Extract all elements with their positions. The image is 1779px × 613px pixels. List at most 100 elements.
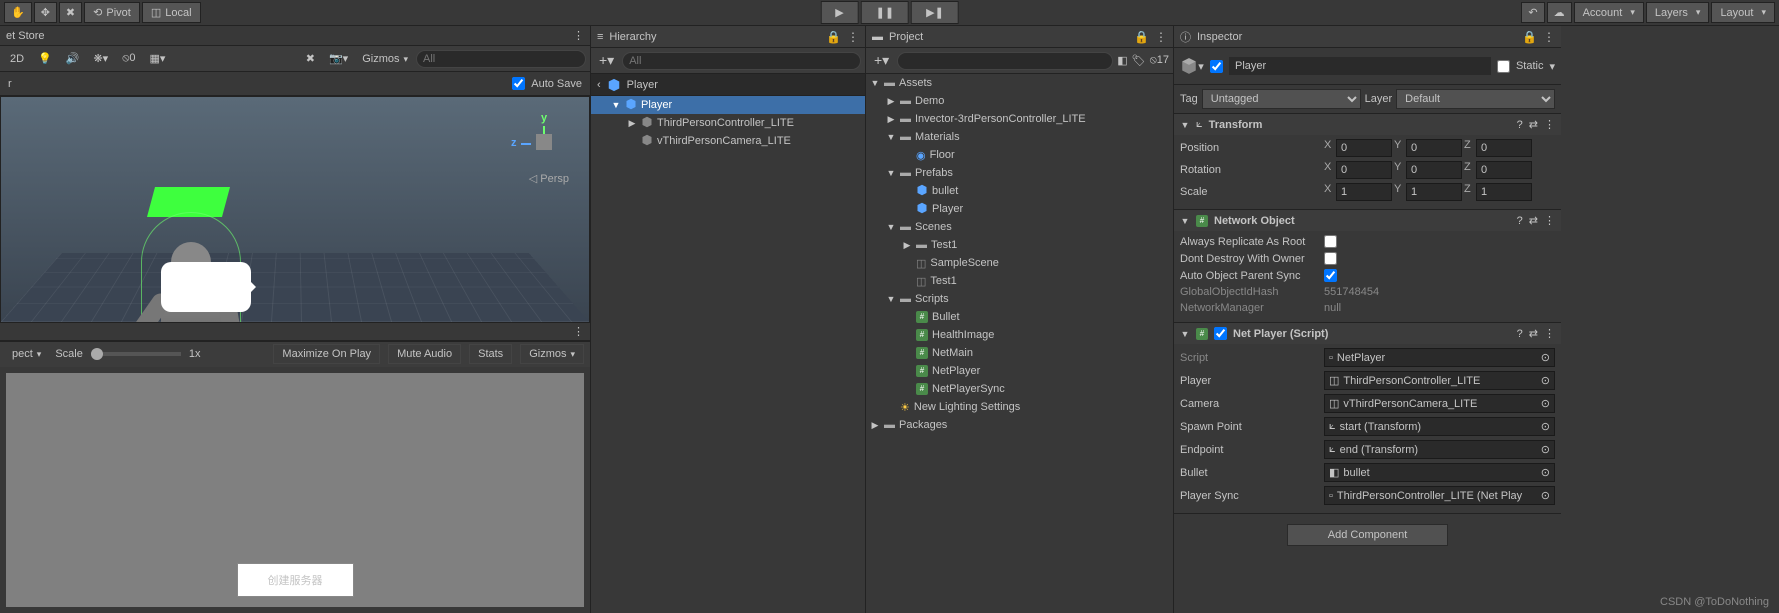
layout-dropdown[interactable]: Layout	[1711, 2, 1775, 23]
scene-tab-menu-icon[interactable]: ⋮	[573, 29, 584, 42]
hierarchy-search-input[interactable]	[622, 52, 861, 70]
static-checkbox[interactable]	[1497, 60, 1510, 73]
help-icon[interactable]: ?	[1517, 215, 1523, 227]
bullet-field[interactable]: ◧bullet⊙	[1324, 463, 1555, 482]
cloud-icon[interactable]: ☁	[1547, 2, 1572, 23]
hierarchy-item[interactable]: ▼ Player	[591, 96, 865, 114]
camera-icon-btn[interactable]: 📷▾	[323, 49, 354, 68]
tag-dropdown[interactable]: Untagged	[1202, 89, 1361, 109]
scale-slider[interactable]	[91, 352, 181, 356]
scene-viewport[interactable]: start end y z ◁ Persp	[0, 96, 590, 323]
help-icon[interactable]: ?	[1517, 119, 1523, 131]
project-item[interactable]: ▼▬ Materials	[866, 128, 1173, 146]
netplayer-fold-icon[interactable]: ▼	[1180, 329, 1190, 339]
scale-x-input[interactable]	[1336, 183, 1392, 201]
project-hidden-icon[interactable]: ⦸17	[1150, 54, 1169, 67]
project-item[interactable]: bullet	[866, 182, 1173, 200]
project-item[interactable]: ▶▬ Demo	[866, 92, 1173, 110]
project-item[interactable]: ▼▬ Scripts	[866, 290, 1173, 308]
netobj-fold-icon[interactable]: ▼	[1180, 216, 1190, 226]
settings-tool-icon[interactable]: ✖	[59, 2, 82, 23]
preset-icon[interactable]: ⇄	[1529, 327, 1538, 340]
asset-store-tab[interactable]: et Store	[6, 30, 45, 42]
scene-search-input[interactable]	[416, 50, 586, 68]
rotation-x-input[interactable]	[1336, 161, 1392, 179]
game-gizmos-button[interactable]: Gizmos	[520, 344, 584, 364]
play-button[interactable]: ▶	[820, 1, 858, 24]
object-active-checkbox[interactable]	[1210, 60, 1223, 73]
project-add-button[interactable]: +▾	[870, 52, 893, 69]
player-field[interactable]: ◫ThirdPersonController_LITE⊙	[1324, 371, 1555, 390]
project-tag-icon[interactable]: 🏷	[1132, 54, 1146, 67]
sync-field[interactable]: ▫ThirdPersonController_LITE (Net Play⊙	[1324, 486, 1555, 505]
project-lock-icon[interactable]: 🔒	[1134, 30, 1149, 44]
account-dropdown[interactable]: Account	[1574, 2, 1644, 23]
position-z-input[interactable]	[1476, 139, 1532, 157]
project-item[interactable]: ▼▬ Assets	[866, 74, 1173, 92]
gizmos-dropdown[interactable]: Gizmos	[356, 50, 414, 68]
hierarchy-menu-icon[interactable]: ⋮	[847, 30, 859, 44]
undo-icon[interactable]: ↶	[1521, 2, 1544, 23]
maximize-on-play-button[interactable]: Maximize On Play	[273, 344, 380, 364]
project-item[interactable]: ◫ Test1	[866, 272, 1173, 290]
grid-icon[interactable]: ▦▾	[144, 49, 172, 68]
preset-icon[interactable]: ⇄	[1529, 214, 1538, 227]
layers-dropdown[interactable]: Layers	[1646, 2, 1710, 23]
step-button[interactable]: ▶❚	[911, 1, 959, 24]
project-item[interactable]: ▼▬ Prefabs	[866, 164, 1173, 182]
hierarchy-add-button[interactable]: +▾	[595, 52, 618, 69]
project-item[interactable]: ▶▬ Test1	[866, 236, 1173, 254]
object-name-input[interactable]	[1229, 57, 1491, 75]
preset-icon[interactable]: ⇄	[1529, 118, 1538, 131]
component-enabled-checkbox[interactable]	[1214, 327, 1227, 340]
pause-button[interactable]: ❚❚	[861, 1, 909, 24]
project-item[interactable]: ◫ SampleScene	[866, 254, 1173, 272]
inspector-lock-icon[interactable]: 🔒	[1522, 30, 1537, 44]
local-toggle[interactable]: ◫Local	[142, 2, 201, 23]
project-item[interactable]: # Bullet	[866, 308, 1173, 326]
project-item[interactable]: ◉ Floor	[866, 146, 1173, 164]
projection-label[interactable]: ◁ Persp	[529, 172, 569, 185]
project-filter-icon[interactable]: ◧	[1117, 54, 1127, 67]
game-tab-menu-icon[interactable]: ⋮	[573, 325, 584, 338]
always-replicate-checkbox[interactable]	[1324, 235, 1337, 248]
hierarchy-item[interactable]: ▶ ThirdPersonController_LITE	[591, 114, 865, 132]
audio-icon[interactable]: 🔊	[60, 49, 86, 68]
project-item[interactable]: # NetPlayerSync	[866, 380, 1173, 398]
orientation-gizmo[interactable]: y z	[519, 117, 569, 167]
help-icon[interactable]: ?	[1517, 328, 1523, 340]
mute-audio-button[interactable]: Mute Audio	[388, 344, 461, 364]
project-item[interactable]: ▶▬ Invector-3rdPersonController_LITE	[866, 110, 1173, 128]
project-item[interactable]: # HealthImage	[866, 326, 1173, 344]
move-tool-icon[interactable]: ✥	[34, 2, 57, 23]
project-item[interactable]: ☀ New Lighting Settings	[866, 398, 1173, 416]
pivot-toggle[interactable]: ⟲Pivot	[84, 2, 140, 23]
tools-icon[interactable]: ✖	[300, 49, 321, 68]
hidden-icon[interactable]: ⦸0	[116, 49, 141, 68]
project-item[interactable]: Player	[866, 200, 1173, 218]
2d-toggle[interactable]: 2D	[4, 50, 30, 68]
spawn-field[interactable]: ⟀start (Transform)⊙	[1324, 417, 1555, 436]
hierarchy-item[interactable]: vThirdPersonCamera_LITE	[591, 132, 865, 150]
project-menu-icon[interactable]: ⋮	[1155, 30, 1167, 44]
inspector-menu-icon[interactable]: ⋮	[1543, 30, 1555, 44]
rotation-z-input[interactable]	[1476, 161, 1532, 179]
hierarchy-lock-icon[interactable]: 🔒	[826, 30, 841, 44]
camera-field[interactable]: ◫vThirdPersonCamera_LITE⊙	[1324, 394, 1555, 413]
fx-icon[interactable]: ❋▾	[87, 49, 114, 68]
light-icon[interactable]: 💡	[32, 49, 58, 68]
rotation-y-input[interactable]	[1406, 161, 1462, 179]
add-component-button[interactable]: Add Component	[1287, 524, 1449, 546]
component-menu-icon[interactable]: ⋮	[1544, 327, 1555, 340]
project-item[interactable]: # NetMain	[866, 344, 1173, 362]
position-x-input[interactable]	[1336, 139, 1392, 157]
hierarchy-back-button[interactable]: ‹	[597, 79, 601, 91]
endpoint-field[interactable]: ⟀end (Transform)⊙	[1324, 440, 1555, 459]
layer-dropdown[interactable]: Default	[1396, 89, 1555, 109]
project-item[interactable]: ▼▬ Scenes	[866, 218, 1173, 236]
project-item[interactable]: ▶▬ Packages	[866, 416, 1173, 434]
position-y-input[interactable]	[1406, 139, 1462, 157]
hand-tool-icon[interactable]: ✋	[4, 2, 32, 23]
autosave-checkbox[interactable]	[512, 77, 525, 90]
scale-z-input[interactable]	[1476, 183, 1532, 201]
